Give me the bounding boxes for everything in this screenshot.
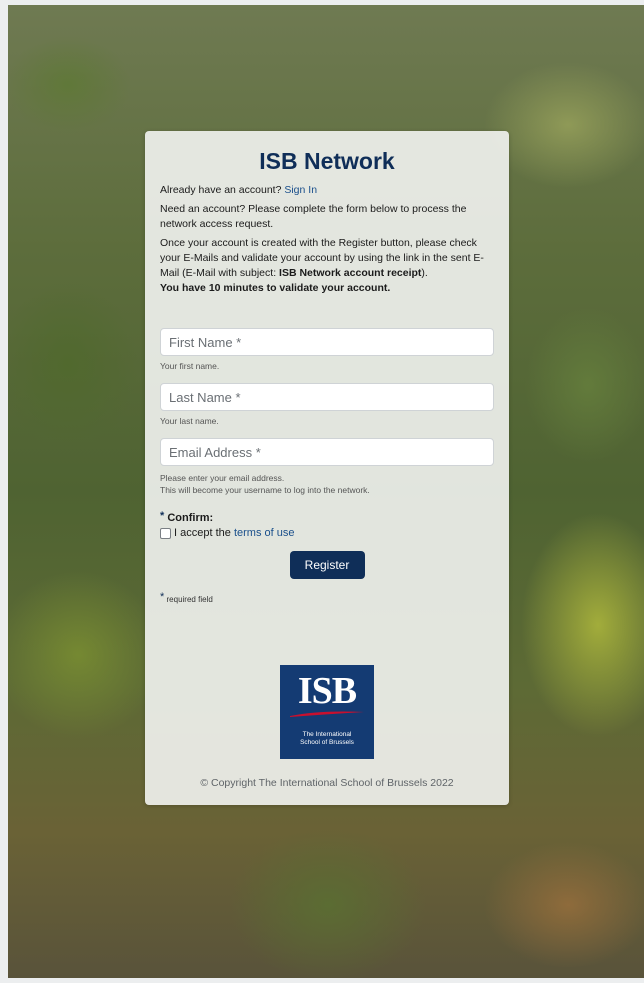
register-button[interactable]: Register (289, 551, 365, 579)
last-name-help: Your last name. (160, 416, 219, 426)
isb-logo: ISB The International School of Brussels (280, 665, 374, 759)
registration-card: ISB Network Already have an account? Sig… (145, 131, 509, 805)
accept-text: I accept the (174, 527, 231, 539)
email-help-line1: Please enter your email address. (160, 473, 285, 483)
required-star-icon: * (160, 510, 165, 522)
copyright-text: © Copyright The International School of … (200, 777, 454, 789)
email-help: Please enter your email address. This wi… (160, 472, 494, 496)
email-input[interactable] (160, 438, 494, 466)
logo-subtitle: The International School of Brussels (280, 731, 374, 747)
background-forest-image: ISB Network Already have an account? Sig… (8, 5, 644, 978)
confirm-heading: * Confirm: (160, 510, 494, 524)
required-field-note: * required field (160, 591, 494, 604)
first-name-help: Your first name. (160, 361, 220, 371)
confirm-label: Confirm: (167, 512, 214, 524)
page-title: ISB Network (259, 148, 395, 174)
required-note-text: required field (166, 595, 213, 604)
sign-in-link[interactable]: Sign In (284, 184, 317, 196)
logo-sub-line1: The International (302, 731, 352, 738)
first-name-input[interactable] (160, 328, 494, 356)
validate-warning: You have 10 minutes to validate your acc… (160, 282, 391, 294)
logo-mark: ISB (297, 670, 357, 712)
last-name-input[interactable] (160, 383, 494, 411)
required-star-icon: * (160, 591, 165, 603)
logo-sub-line2: School of Brussels (300, 739, 354, 746)
email-help-line2: This will become your username to log in… (160, 485, 370, 495)
need-account-text: Need an account? Please complete the for… (160, 203, 467, 230)
accept-terms-checkbox[interactable] (160, 527, 171, 539)
instructions-end: ). (421, 267, 428, 279)
instructions-text: Once your account is created with the Re… (160, 236, 494, 281)
terms-of-use-link[interactable]: terms of use (234, 527, 295, 539)
logo-swoosh-icon (290, 711, 364, 717)
email-subject: ISB Network account receipt (279, 267, 422, 279)
have-account-text: Already have an account? (160, 184, 282, 196)
sign-in-prompt: Already have an account? Sign In (160, 183, 494, 198)
terms-row: I accept the terms of use (160, 527, 494, 539)
